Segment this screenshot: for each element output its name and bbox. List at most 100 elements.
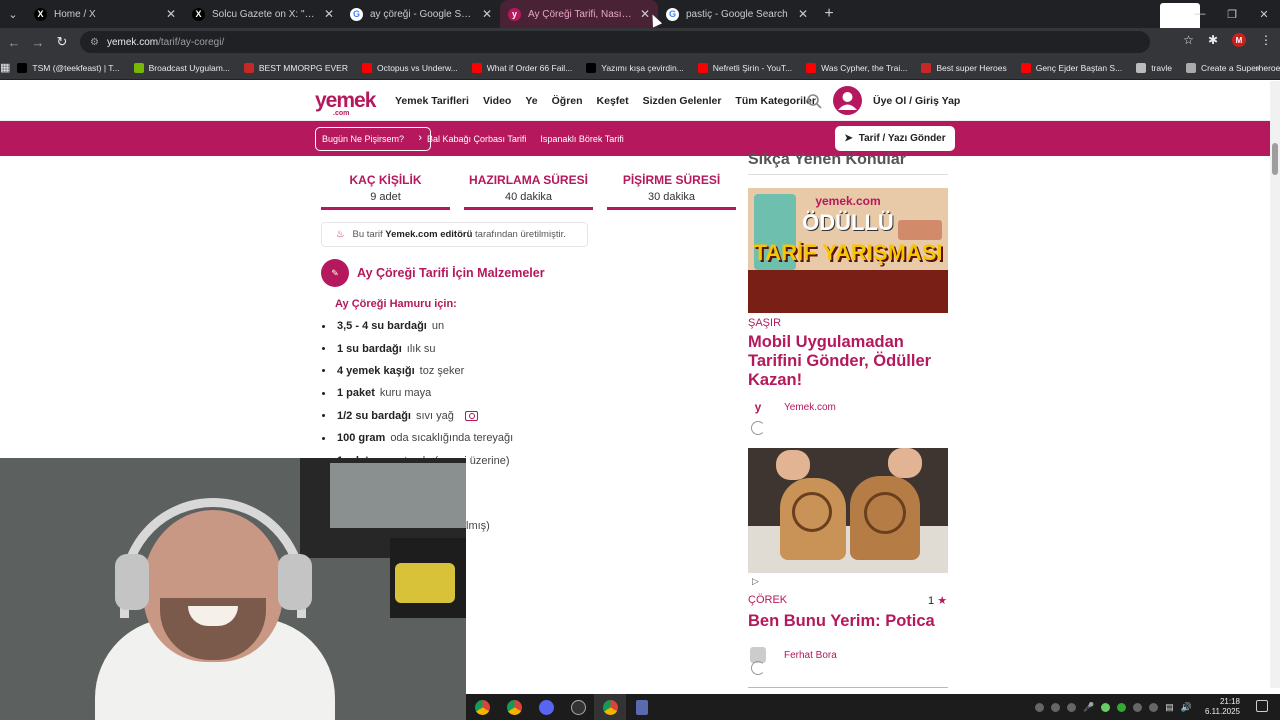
today-cook-button[interactable]: Bugün Ne Pişirsem? › xyxy=(315,127,432,151)
profile-avatar[interactable]: M xyxy=(1232,33,1246,47)
chrome-icon[interactable] xyxy=(498,694,530,720)
bookmark-item[interactable]: Genç Ejder Baştan S... xyxy=(1014,62,1129,73)
tray-icon[interactable] xyxy=(1067,702,1077,712)
bookmark-item[interactable]: Create a Superheroe... xyxy=(1179,62,1280,73)
scrollbar-thumb[interactable] xyxy=(1272,143,1278,175)
chrome-icon[interactable] xyxy=(466,694,498,720)
volume-icon[interactable]: 🔊 xyxy=(1181,702,1192,713)
minimize-icon[interactable]: — xyxy=(1184,8,1216,20)
bookmark-item[interactable]: Best super Heroes xyxy=(914,62,1013,73)
app-icon[interactable] xyxy=(562,694,594,720)
recipe-stat: HAZIRLAMA SÜRESİ 40 dakika xyxy=(464,173,593,210)
tab-list-button[interactable]: ⌄ xyxy=(0,0,26,28)
back-icon[interactable]: ← xyxy=(2,35,26,50)
browser-tab[interactable]: yAy Çöreği Tarifi, Nasıl Yapılır? (R✕ xyxy=(500,0,658,28)
card-rating: 1 ★ xyxy=(928,595,948,607)
bookmark-star-icon[interactable]: ☆ xyxy=(1183,33,1194,47)
nav-item[interactable]: Ye xyxy=(525,95,537,107)
site-logo[interactable]: yemek .com xyxy=(315,89,376,117)
chevron-right-icon: › xyxy=(418,132,423,144)
bookmark-item[interactable]: BEST MMORPG EVER xyxy=(237,62,355,73)
close-tab-icon[interactable]: ✕ xyxy=(166,7,176,21)
browser-tab[interactable]: Gay çöreği - Google Search ✕ xyxy=(342,0,500,28)
tab-title: Solcu Gazete on X: "Bir şahıs, Ya xyxy=(212,8,317,20)
page-scrollbar[interactable] xyxy=(1270,81,1280,688)
send-recipe-button[interactable]: ➤ Tarif / Yazı Gönder xyxy=(835,126,955,151)
browser-tab[interactable]: X Solcu Gazete on X: "Bir şahıs, Ya ✕ xyxy=(184,0,342,28)
calculator-icon[interactable] xyxy=(626,694,658,720)
browser-tab[interactable]: Gpastiç - Google Search ✕ xyxy=(658,0,816,28)
apps-grid-icon[interactable]: ▦ xyxy=(0,61,10,74)
reload-icon[interactable]: ↻ xyxy=(50,34,74,50)
video-play-icon[interactable]: ▷ xyxy=(752,576,759,587)
nav-item[interactable]: Yemek Tarifleri xyxy=(395,95,469,107)
bookmark-item[interactable]: Yazımı kışa çevirdin... xyxy=(579,62,691,73)
card-title[interactable]: Mobil Uygulamadan Tarifini Gönder, Ödüll… xyxy=(748,333,953,390)
url-bar[interactable]: ⚙ yemek.com/tarif/ay-coregi/ xyxy=(80,31,1150,53)
bookmark-item[interactable]: Broadcast Uygulam... xyxy=(127,62,237,73)
nav-item[interactable]: Tüm Kategoriler xyxy=(735,95,816,107)
quick-link[interactable]: Bal Kabağı Çorbası Tarifi xyxy=(427,134,526,144)
stat-label: KAÇ KİŞİLİK xyxy=(349,173,422,187)
nvidia-tray-icon[interactable] xyxy=(1101,702,1111,712)
tray-icon[interactable] xyxy=(1149,702,1159,712)
site-info-icon[interactable]: ⚙ xyxy=(90,37,99,48)
window-controls: — ❐ ✕ xyxy=(1184,0,1280,28)
notification-icon[interactable] xyxy=(1256,700,1268,712)
bookmark-item[interactable]: Nefretli Şirin - YouT... xyxy=(691,62,799,73)
clock[interactable]: 21:18 6.11.2025 xyxy=(1205,697,1240,717)
extensions-icon[interactable]: ✱ xyxy=(1208,33,1218,47)
ingredient-item: 3,5 - 4 su bardağı un xyxy=(322,315,513,337)
network-icon[interactable]: ▤ xyxy=(1165,702,1174,713)
nav-item[interactable]: Video xyxy=(483,95,511,107)
login-link[interactable]: Üye Ol / Giriş Yap xyxy=(873,95,960,107)
microphone-icon[interactable]: 🎤 xyxy=(1083,702,1094,713)
youtube-icon xyxy=(697,62,708,73)
discord-icon[interactable] xyxy=(530,694,562,720)
close-icon[interactable]: ✕ xyxy=(1248,8,1280,21)
card-title[interactable]: Ben Bunu Yerim: Potica xyxy=(748,612,953,631)
os-taskbar: 🎤 ▤ 🔊 21:18 6.11.2025 xyxy=(466,694,1280,720)
ingredient-list: 3,5 - 4 su bardağı un 1 su bardağı ılık su 4… xyxy=(322,315,513,472)
system-tray: 🎤 ▤ 🔊 21:18 6.11.2025 xyxy=(1035,694,1240,720)
tray-icon[interactable] xyxy=(1133,702,1143,712)
yemek-icon: y xyxy=(508,7,521,21)
search-icon[interactable] xyxy=(806,93,822,109)
tray-icon[interactable] xyxy=(1051,702,1061,712)
close-tab-icon[interactable]: ✕ xyxy=(798,7,808,21)
next-card-image[interactable] xyxy=(748,687,948,688)
browser-tab[interactable]: X Home / X ✕ xyxy=(26,0,184,28)
nav-item[interactable]: Sizden Gelenler xyxy=(643,95,722,107)
close-tab-icon[interactable]: ✕ xyxy=(482,7,492,21)
camera-icon[interactable] xyxy=(464,410,478,421)
menu-icon[interactable]: ⋮ xyxy=(1260,33,1272,47)
bookmark-item[interactable]: travle xyxy=(1129,62,1179,73)
forward-icon[interactable]: → xyxy=(26,35,50,50)
bookmarks-overflow-icon[interactable]: » xyxy=(1255,63,1260,73)
stat-label: PİŞİRME SÜRESİ xyxy=(622,173,721,187)
promo-card-image[interactable]: yemek.com ÖDÜLLÜ TARİF YARIŞMASI xyxy=(748,188,948,313)
user-avatar-icon[interactable] xyxy=(833,86,862,115)
tab-title: Home / X xyxy=(54,8,96,20)
bookmark-item[interactable]: TSM (@teekfeast) | T... xyxy=(10,62,126,73)
card-category[interactable]: ŞAŞIR xyxy=(748,317,781,329)
quick-link[interactable]: Ispanaklı Börek Tarifi xyxy=(540,134,623,144)
bookmark-item[interactable]: Octopus vs Underw... xyxy=(355,62,465,73)
editor-note: ♨ Bu tarif Yemek.com editörü tarafından … xyxy=(321,222,588,247)
tray-icon[interactable] xyxy=(1035,702,1045,712)
tray-icon[interactable] xyxy=(1117,702,1127,712)
bookmark-item[interactable]: What if Order 66 Fail... xyxy=(465,62,580,73)
nav-item[interactable]: Öğren xyxy=(552,95,583,107)
card-category[interactable]: ÇÖREK xyxy=(748,594,787,606)
bookmark-item[interactable]: Was Cypher, the Trai... xyxy=(799,62,914,73)
youtube-icon xyxy=(471,62,482,73)
new-tab-button[interactable]: + xyxy=(816,5,842,23)
potica-card-image[interactable] xyxy=(748,448,948,573)
chrome-icon[interactable] xyxy=(594,694,626,720)
ingredients-icon: ✎ xyxy=(321,259,349,287)
maximize-icon[interactable]: ❐ xyxy=(1216,8,1248,21)
card-author[interactable]: Ferhat Bora xyxy=(750,647,837,663)
card-author[interactable]: y Yemek.com xyxy=(750,399,836,415)
close-tab-icon[interactable]: ✕ xyxy=(324,7,334,21)
nav-item[interactable]: Keşfet xyxy=(597,95,629,107)
